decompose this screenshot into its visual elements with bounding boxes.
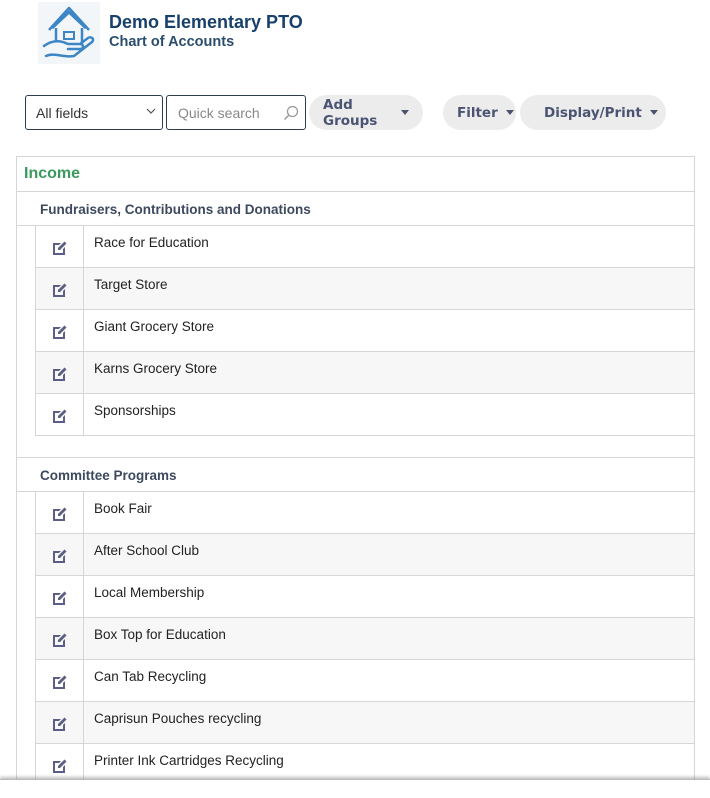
org-title: Demo Elementary PTO <box>109 12 303 32</box>
edit-account-button[interactable] <box>36 226 84 267</box>
page-subtitle: Chart of Accounts <box>109 34 235 50</box>
group-accounts: Book Fair After School Club Local Membersh… <box>35 492 694 786</box>
edit-icon <box>52 674 68 690</box>
account-row[interactable]: Local Membership <box>36 576 694 618</box>
window-bottom-edge <box>0 779 710 798</box>
account-name[interactable]: Sponsorships <box>84 394 186 435</box>
account-row[interactable]: Target Store <box>36 268 694 310</box>
edit-icon <box>52 632 68 648</box>
search-icon[interactable] <box>283 105 299 121</box>
account-name[interactable]: Caprisun Pouches recycling <box>84 702 271 743</box>
add-groups-button[interactable]: Add Groups <box>309 95 423 130</box>
edit-account-button[interactable] <box>36 618 84 659</box>
edit-icon <box>52 282 68 298</box>
account-row[interactable]: Karns Grocery Store <box>36 352 694 394</box>
edit-icon <box>52 324 68 340</box>
display-print-label: Display/Print <box>544 104 642 121</box>
category-row: Income <box>17 157 694 192</box>
group-spacer <box>17 436 694 458</box>
quick-search-input[interactable] <box>176 97 286 128</box>
edit-icon <box>52 590 68 606</box>
caret-down-icon <box>649 110 658 115</box>
edit-icon <box>52 758 68 774</box>
account-name[interactable]: Book Fair <box>84 492 162 533</box>
account-name[interactable]: Target Store <box>84 268 178 309</box>
chevron-down-icon <box>146 108 156 114</box>
edit-account-button[interactable] <box>36 352 84 393</box>
account-name[interactable]: Race for Education <box>84 226 219 267</box>
account-name[interactable]: Karns Grocery Store <box>84 352 227 393</box>
edit-account-button[interactable] <box>36 576 84 617</box>
edit-icon <box>52 716 68 732</box>
edit-icon <box>52 548 68 564</box>
edit-account-button[interactable] <box>36 534 84 575</box>
edit-icon <box>52 366 68 382</box>
account-name[interactable]: Can Tab Recycling <box>84 660 216 701</box>
category-label: Income <box>24 165 81 182</box>
edit-account-button[interactable] <box>36 492 84 533</box>
edit-icon <box>52 506 68 522</box>
account-row[interactable]: Can Tab Recycling <box>36 660 694 702</box>
edit-icon <box>52 240 68 256</box>
account-row[interactable]: Caprisun Pouches recycling <box>36 702 694 744</box>
quick-search[interactable] <box>166 95 306 130</box>
account-row[interactable]: Giant Grocery Store <box>36 310 694 352</box>
page-header: Demo Elementary PTO Chart of Accounts <box>38 2 303 64</box>
house-in-hand-icon <box>38 2 100 64</box>
edit-account-button[interactable] <box>36 660 84 701</box>
add-groups-label: Add Groups <box>323 96 378 129</box>
account-row[interactable]: Sponsorships <box>36 394 694 436</box>
edit-account-button[interactable] <box>36 310 84 351</box>
search-field-select[interactable]: All fields <box>25 95 163 130</box>
account-row[interactable]: Race for Education <box>36 226 694 268</box>
group-label: Committee Programs <box>40 468 177 483</box>
group-label: Fundraisers, Contributions and Donations <box>40 202 311 217</box>
caret-down-icon <box>505 110 514 115</box>
edit-account-button[interactable] <box>36 394 84 435</box>
edit-icon <box>52 408 68 424</box>
account-name[interactable]: Giant Grocery Store <box>84 310 224 351</box>
filter-button[interactable]: Filter <box>443 95 516 130</box>
filter-label: Filter <box>457 104 498 121</box>
group-row: Committee Programs <box>17 458 694 492</box>
search-field-value: All fields <box>36 105 89 121</box>
account-row[interactable]: Book Fair <box>36 492 694 534</box>
account-name[interactable]: Box Top for Education <box>84 618 236 659</box>
edit-account-button[interactable] <box>36 702 84 743</box>
account-name[interactable]: Local Membership <box>84 576 214 617</box>
edit-account-button[interactable] <box>36 268 84 309</box>
caret-down-icon <box>401 110 409 115</box>
account-row[interactable]: Box Top for Education <box>36 618 694 660</box>
group-accounts: Race for Education Target Store Giant Groc… <box>35 226 694 436</box>
account-name[interactable]: After School Club <box>84 534 209 575</box>
account-row[interactable]: After School Club <box>36 534 694 576</box>
group-row: Fundraisers, Contributions and Donations <box>17 192 694 226</box>
display-print-button[interactable]: Display/Print <box>520 95 666 130</box>
accounts-table: Income Fundraisers, Contributions and Do… <box>16 156 695 786</box>
